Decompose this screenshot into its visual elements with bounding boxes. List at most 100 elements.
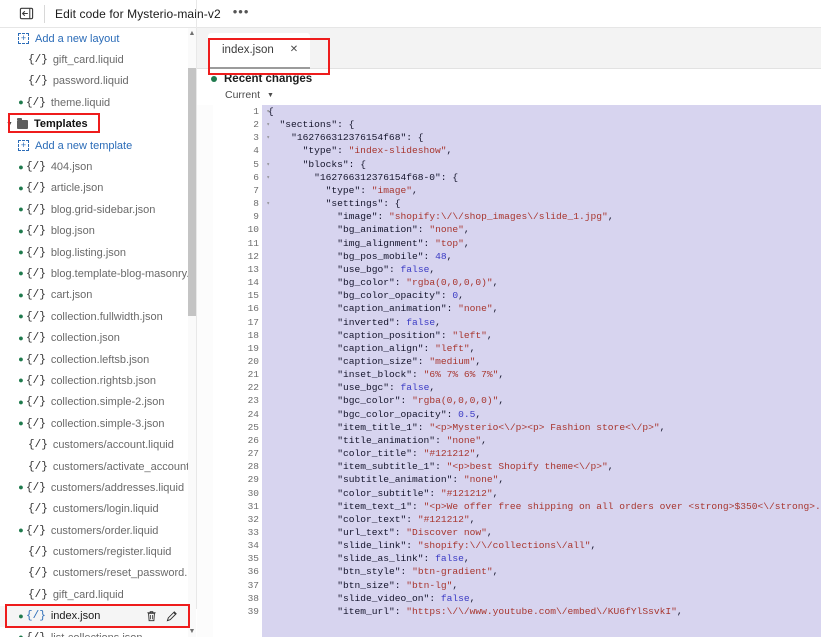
tree-file-gift-card-liquid[interactable]: ●{/} gift_card.liquid <box>0 49 188 70</box>
top-bar: Edit code for Mysterio-main-v2 ••• <box>0 0 821 28</box>
code-line[interactable]: "bg_color_opacity": 0, <box>262 289 821 302</box>
code-line[interactable]: "type": "image", <box>262 184 821 197</box>
tab-index-json[interactable]: index.json ✕ <box>208 33 311 69</box>
sidebar-scrollbar-thumb[interactable] <box>188 68 196 316</box>
code-line[interactable]: "inverted": false, <box>262 316 821 329</box>
file-label: collection.rightsb.json <box>50 374 156 387</box>
code-line[interactable]: "item_url": "https:\/\/www.youtube.com\/… <box>262 605 821 618</box>
code-line[interactable]: "162766312376154f68": { <box>262 131 821 144</box>
line-number: 20 <box>247 355 259 367</box>
tree-file-blog-listing-json[interactable]: ● {/} blog.listing.json <box>0 242 188 263</box>
code-line[interactable]: "image": "shopify:\/\/shop_images\/slide… <box>262 210 821 223</box>
line-number: 31 <box>247 500 259 512</box>
tree-file-theme-liquid[interactable]: ● {/} theme.liquid <box>0 92 188 113</box>
line-number: 2 ▾ <box>253 119 270 131</box>
file-label: cart.json <box>50 289 93 302</box>
unsaved-dot-icon: ● <box>18 182 24 193</box>
tree-file-collection-rightsb-json[interactable]: ● {/} collection.rightsb.json <box>0 370 188 391</box>
tree-file-collection-json[interactable]: ● {/} collection.json <box>0 327 188 348</box>
code-line[interactable]: "color_text": "#121212", <box>262 513 821 526</box>
tree-file-article-json[interactable]: ● {/} article.json <box>0 178 188 199</box>
code-line[interactable]: "blocks": { <box>262 158 821 171</box>
tree-file-customers-login-liquid[interactable]: ●{/} customers/login.liquid <box>0 499 188 520</box>
code-line[interactable]: "subtitle_animation": "none", <box>262 473 821 486</box>
code-line[interactable]: "bg_color": "rgba(0,0,0,0)", <box>262 276 821 289</box>
tree-file-404-json[interactable]: ● {/} 404.json <box>0 156 188 177</box>
code-line[interactable]: "item_title_1": "<p>Mysterio<\/p><p> Fas… <box>262 421 821 434</box>
code-line[interactable]: "use_bgc": false, <box>262 381 821 394</box>
pencil-icon[interactable] <box>166 610 178 622</box>
add-new-template-link[interactable]: + Add a new template <box>0 135 188 156</box>
code-line[interactable]: "bg_animation": "none", <box>262 223 821 236</box>
code-line[interactable]: "btn_size": "btn-lg", <box>262 579 821 592</box>
code-line[interactable]: "bgc_color": "rgba(0,0,0,0)", <box>262 394 821 407</box>
tree-file-customers-activate-account-liquid[interactable]: ●{/} customers/activate_account.liquid <box>0 456 196 477</box>
tree-file-customers-account-liquid[interactable]: ●{/} customers/account.liquid <box>0 434 188 455</box>
code-line[interactable]: "slide_link": "shopify:\/\/collections\/… <box>262 539 821 552</box>
tree-file-collection-fullwidth-json[interactable]: ● {/} collection.fullwidth.json <box>0 306 188 327</box>
code-line[interactable]: "item_subtitle_1": "<p>best Shopify them… <box>262 460 821 473</box>
file-label: theme.liquid <box>50 96 111 109</box>
fold-toggle-icon[interactable]: ▾ <box>266 105 270 118</box>
code-line[interactable]: "img_alignment": "top", <box>262 237 821 250</box>
fold-toggle-icon[interactable]: ▾ <box>266 171 270 184</box>
tree-file-blog-json[interactable]: ● {/} blog.json <box>0 221 188 242</box>
code-line[interactable]: "btn_style": "btn-gradient", <box>262 565 821 578</box>
code-line[interactable]: "sections": { <box>262 118 821 131</box>
tree-file-cart-json[interactable]: ● {/} cart.json <box>0 285 188 306</box>
code-content[interactable]: { "sections": { "162766312376154f68": { … <box>262 105 821 637</box>
code-line[interactable]: "item_text_1": "<p>We offer free shippin… <box>262 500 821 513</box>
code-line[interactable]: "inset_block": "6% 7% 6% 7%", <box>262 368 821 381</box>
chevron-down-icon[interactable]: ▼ <box>6 121 13 128</box>
fold-toggle-icon[interactable]: ▾ <box>266 158 270 171</box>
code-line[interactable]: "bg_pos_mobile": 48, <box>262 250 821 263</box>
trash-icon[interactable] <box>146 610 157 622</box>
tree-file-list-collections-json[interactable]: ●{/} list-collections.json <box>0 627 188 637</box>
tree-file-customers-order-liquid[interactable]: ● {/} customers/order.liquid <box>0 520 188 541</box>
code-line[interactable]: "slide_video_on": false, <box>262 592 821 605</box>
code-line[interactable]: "caption_position": "left", <box>262 329 821 342</box>
file-tree-sidebar[interactable]: +Add a new layout●{/}gift_card.liquid●{/… <box>0 28 196 637</box>
line-number: 5 ▾ <box>253 158 270 170</box>
code-line[interactable]: "use_bgo": false, <box>262 263 821 276</box>
code-line[interactable]: "url_text": "Discover now", <box>262 526 821 539</box>
code-line[interactable]: "caption_align": "left", <box>262 342 821 355</box>
code-line[interactable]: "caption_size": "medium", <box>262 355 821 368</box>
code-line[interactable]: "162766312376154f68-0": { <box>262 171 821 184</box>
code-line[interactable]: "bgc_color_opacity": 0.5, <box>262 408 821 421</box>
code-line[interactable]: "caption_animation": "none", <box>262 302 821 315</box>
code-line[interactable]: "title_animation": "none", <box>262 434 821 447</box>
fold-toggle-icon[interactable]: ▾ <box>266 118 270 131</box>
tree-file-customers-register-liquid[interactable]: ●{/} customers/register.liquid <box>0 541 188 562</box>
version-selector[interactable]: Current ▼ <box>225 89 274 101</box>
tree-file-customers-reset-password-liquid[interactable]: ●{/} customers/reset_password.liquid <box>0 563 196 584</box>
code-line[interactable]: "color_subtitle": "#121212", <box>262 487 821 500</box>
code-editor[interactable]: { "sections": { "162766312376154f68": { … <box>213 105 821 637</box>
code-file-icon: {/} <box>26 225 46 238</box>
tree-file-password-liquid[interactable]: ●{/} password.liquid <box>0 71 188 92</box>
fold-toggle-icon[interactable]: ▾ <box>266 131 270 144</box>
tree-file-collection-leftsb-json[interactable]: ● {/} collection.leftsb.json <box>0 349 188 370</box>
add-new-layout-link[interactable]: + Add a new layout <box>0 28 188 49</box>
tree-file-index-json[interactable]: ● {/} index.json <box>0 605 188 627</box>
file-tree: +Add a new layout●{/}gift_card.liquid●{/… <box>0 28 196 637</box>
code-line[interactable]: "settings": { <box>262 197 821 210</box>
close-icon[interactable]: ✕ <box>290 45 298 55</box>
more-options-icon[interactable]: ••• <box>233 5 250 21</box>
tree-file-customers-addresses-liquid[interactable]: ● {/} customers/addresses.liquid <box>0 477 188 498</box>
code-line[interactable]: "type": "index-slideshow", <box>262 144 821 157</box>
code-line[interactable]: { <box>262 105 821 118</box>
tree-file-collection-simple-3-json[interactable]: ● {/} collection.simple-3.json <box>0 413 188 434</box>
tree-file-blog-template-blog-masonry-json[interactable]: ● {/} blog.template-blog-masonry.json <box>0 263 196 284</box>
tree-file-gift-card-liquid[interactable]: ●{/} gift_card.liquid <box>0 584 188 605</box>
code-line[interactable]: "slide_as_link": false, <box>262 552 821 565</box>
tree-file-collection-simple-2-json[interactable]: ● {/} collection.simple-2.json <box>0 392 188 413</box>
back-arrow-icon[interactable] <box>12 4 40 24</box>
line-number: 33 <box>247 527 259 538</box>
code-line[interactable]: "color_title": "#121212", <box>262 447 821 460</box>
sidebar-scroll-up-icon[interactable]: ▲ <box>188 28 196 39</box>
tree-file-blog-grid-sidebar-json[interactable]: ● {/} blog.grid-sidebar.json <box>0 199 188 220</box>
fold-toggle-icon[interactable]: ▾ <box>266 197 270 210</box>
tree-folder-templates[interactable]: ▼ Templates <box>0 114 188 135</box>
sidebar-scroll-down-icon[interactable]: ▼ <box>188 626 196 637</box>
